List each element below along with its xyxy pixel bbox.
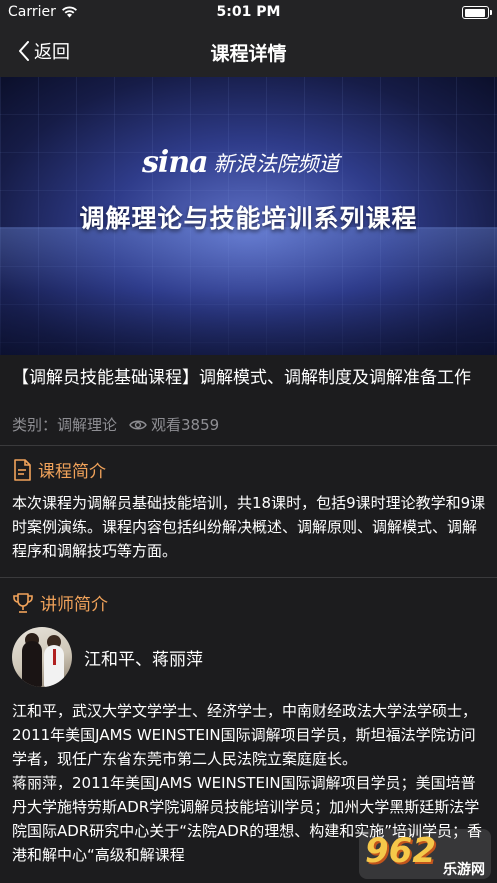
nav-bar: 返回 课程详情 bbox=[0, 26, 497, 77]
teacher-avatar bbox=[12, 627, 72, 687]
course-title: 【调解员技能基础课程】调解模式、调解制度及调解准备工作 bbox=[12, 368, 471, 388]
watermark-text: 乐游网 bbox=[443, 862, 485, 878]
sina-logo-mark: sina bbox=[142, 145, 209, 180]
video-player[interactable]: sina 新浪法院频道 调解理论与技能培训系列课程 bbox=[0, 77, 497, 355]
course-intro-text: 本次课程为调解员基础技能培训，共18课时，包括9课时理论教学和9课时案例演练。课… bbox=[12, 494, 486, 560]
page-title: 课程详情 bbox=[210, 43, 287, 65]
channel-name: 新浪法院频道 bbox=[213, 151, 340, 176]
view-count-label: 观看3859 bbox=[151, 416, 220, 434]
status-bar: Carrier 5:01 PM bbox=[0, 0, 497, 26]
teacher-intro-heading: 讲师简介 bbox=[12, 590, 108, 615]
teacher-row: 江和平、蒋丽萍 bbox=[12, 627, 203, 687]
battery-icon bbox=[462, 6, 492, 19]
divider bbox=[0, 577, 497, 578]
teacher-bio-paragraph: 江和平，武汉大学文学学士、经济学士，中南财经政法大学法学硕士，2011年美国JA… bbox=[12, 702, 478, 768]
teacher-intro-title: 讲师简介 bbox=[40, 595, 108, 615]
avatar-figure-body bbox=[22, 641, 42, 687]
video-title: 调解理论与技能培训系列课程 bbox=[79, 204, 418, 233]
document-icon bbox=[14, 458, 31, 481]
divider bbox=[0, 445, 497, 446]
status-time: 5:01 PM bbox=[216, 4, 281, 20]
trophy-icon bbox=[13, 592, 33, 613]
video-background-floor bbox=[0, 227, 497, 355]
avatar-tie bbox=[53, 649, 56, 665]
course-meta: 类别：调解理论 观看3859 bbox=[12, 414, 219, 435]
watermark-logo: 962 乐游网 bbox=[359, 829, 491, 879]
course-intro-heading: 课程简介 bbox=[12, 457, 106, 482]
course-category: 类别：调解理论 bbox=[12, 416, 118, 434]
channel-logo: sina 新浪法院频道 bbox=[142, 145, 340, 180]
eye-icon bbox=[129, 420, 147, 429]
view-count: 观看3859 bbox=[129, 414, 219, 435]
course-intro-title: 课程简介 bbox=[38, 462, 106, 482]
teacher-names: 江和平、蒋丽萍 bbox=[84, 649, 203, 670]
watermark-number: 962 bbox=[365, 831, 436, 871]
battery-level bbox=[464, 8, 486, 17]
